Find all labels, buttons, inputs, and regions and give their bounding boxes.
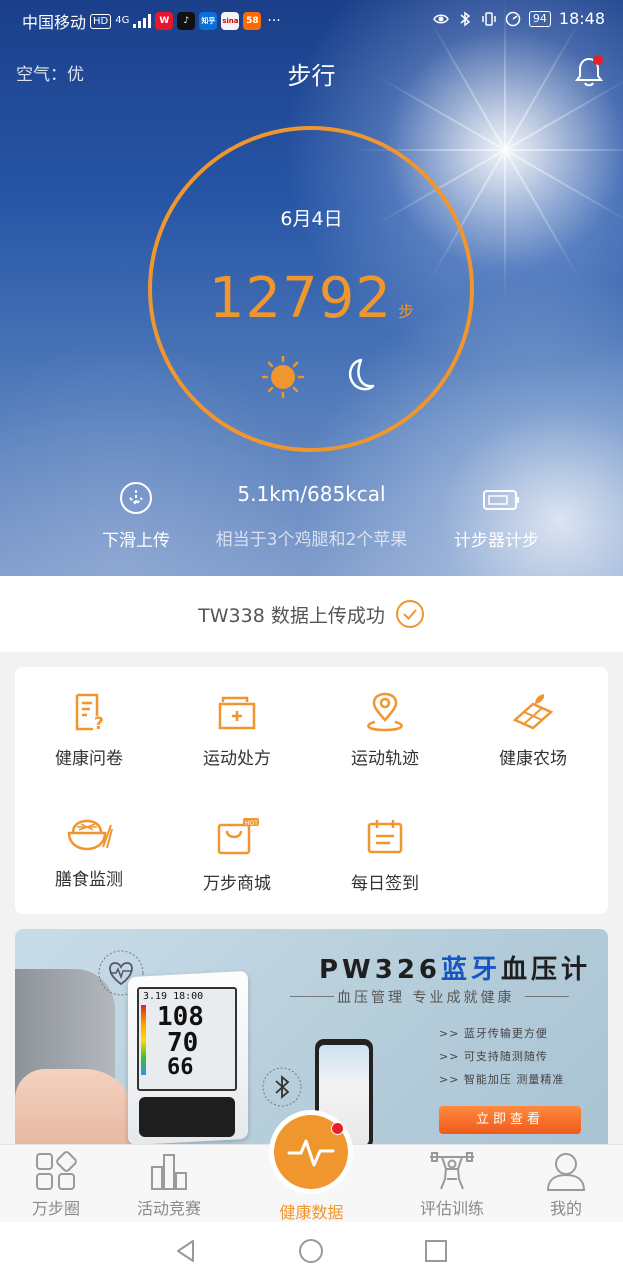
back-triangle-icon[interactable] — [173, 1238, 199, 1264]
status-bar-right: 94 18:48 — [433, 9, 605, 28]
feature-health-questionnaire[interactable]: ? 健康问卷 — [15, 692, 163, 769]
network-type: 4G — [115, 15, 130, 26]
hd-badge: HD — [90, 13, 112, 29]
bp-color-scale — [141, 1005, 146, 1075]
banner-subtitle-rule-right — [525, 996, 569, 997]
reading-diastolic: 70 — [167, 1028, 199, 1058]
pedometer-mode-label: 计步器计步 — [454, 531, 539, 551]
eye-icon — [433, 14, 449, 23]
user-profile-icon — [546, 1153, 586, 1191]
upload-status-text: TW338 数据上传成功 — [198, 604, 385, 627]
signal-icon — [133, 14, 152, 28]
feature-label: 运动处方 — [203, 749, 271, 769]
distance-calories: 5.1km/685kcal — [237, 482, 386, 506]
banner-feature: >> 可支持随测随传 — [439, 1050, 548, 1063]
battery-level: 94 — [528, 10, 551, 27]
status-bar: 中国移动 HD 4G W ♪ 知乎 sina 58 ··· 94 18:48 — [0, 0, 623, 38]
feature-grid: ? 健康问卷 运动处方 运动轨迹 健康农场 膳食监测 HOT 万步商城 每日签到 — [15, 667, 608, 914]
health-data-badge — [331, 1122, 344, 1135]
app-icon-5: 58 — [243, 12, 262, 30]
feature-label: 膳食监测 — [55, 870, 123, 890]
tab-assessment-training[interactable]: 评估训练 — [402, 1151, 502, 1219]
weightlifting-icon — [430, 1152, 474, 1190]
vibrate-icon — [482, 11, 496, 26]
feature-daily-checkin[interactable]: 每日签到 — [311, 817, 459, 894]
banner-title-suffix: 血压计 — [501, 955, 592, 985]
weibo-app-icon: W — [155, 12, 174, 30]
svg-text:?: ? — [94, 714, 104, 732]
feature-label: 每日签到 — [351, 874, 419, 894]
heartbeat-pulse-icon — [287, 1139, 335, 1167]
banner-view-now-button[interactable]: 立即查看 — [439, 1106, 581, 1134]
feature-health-farm[interactable]: 健康农场 — [459, 692, 607, 769]
banner-feature: >> 智能加压 测量精准 — [439, 1073, 565, 1086]
diet-bowl-icon — [67, 819, 113, 851]
more-notifications-icon: ··· — [267, 13, 281, 29]
notification-badge — [593, 55, 603, 65]
bluetooth-icon — [460, 11, 471, 26]
feature-diet-monitor[interactable]: 膳食监测 — [15, 817, 163, 890]
page-title: 步行 — [287, 62, 336, 90]
clock-time: 18:48 — [558, 9, 605, 28]
feature-label: 健康问卷 — [55, 749, 123, 769]
feature-exercise-track[interactable]: 运动轨迹 — [311, 692, 459, 769]
feature-label: 健康农场 — [499, 749, 567, 769]
check-circle-icon — [395, 600, 424, 628]
sun-icon[interactable] — [262, 356, 304, 398]
farm-icon — [512, 694, 554, 730]
hero-panel: 中国移动 HD 4G W ♪ 知乎 sina 58 ··· 94 18:48 空… — [0, 0, 623, 576]
pedometer-device-icon — [483, 490, 519, 510]
promo-banner[interactable]: 3.19 18:00 108 70 66 PW326蓝牙血压计 血压管理 专业成… — [15, 929, 608, 1144]
speedometer-icon — [505, 11, 521, 26]
tab-label: 我的 — [549, 1199, 582, 1218]
feature-wanbu-mall[interactable]: HOT 万步商城 — [163, 817, 311, 894]
recents-square-icon[interactable] — [423, 1238, 449, 1264]
location-track-icon — [367, 692, 403, 732]
bottom-tab-bar: 万步圈 活动竞赛 健康数据 评估训练 我的 — [0, 1115, 623, 1222]
monitor-screen: 3.19 18:00 108 70 66 — [137, 987, 237, 1091]
step-unit: 步 — [398, 302, 415, 321]
tab-label: 评估训练 — [419, 1199, 484, 1218]
banner-title-model: PW326 — [319, 955, 442, 985]
questionnaire-icon: ? — [75, 693, 104, 732]
home-circle-icon[interactable] — [298, 1238, 324, 1264]
douyin-app-icon: ♪ — [177, 12, 196, 30]
feature-label: 运动轨迹 — [351, 749, 419, 769]
monitor-control-panel — [139, 1097, 235, 1137]
carrier-name: 中国移动 — [22, 13, 87, 32]
bluetooth-badge-icon — [262, 1067, 302, 1107]
calendar-checkin-icon — [367, 820, 403, 854]
community-grid-icon — [36, 1151, 77, 1190]
bar-chart-icon — [151, 1154, 187, 1190]
sina-app-icon: sina — [221, 12, 240, 30]
feature-exercise-prescription[interactable]: 运动处方 — [163, 692, 311, 769]
step-count-display: 12792 步 — [0, 266, 623, 331]
status-bar-left: 中国移动 HD 4G W ♪ 知乎 sina 58 ··· — [22, 9, 281, 33]
step-count: 12792 — [208, 266, 393, 331]
hand-illustration — [15, 1069, 135, 1144]
step-date: 6月4日 — [280, 208, 343, 230]
reading-systolic: 108 — [157, 1002, 204, 1032]
system-navigation-bar — [0, 1222, 623, 1280]
reading-pulse: 66 — [167, 1055, 194, 1080]
banner-title-highlight: 蓝牙 — [441, 955, 502, 985]
prescription-folder-icon — [218, 696, 256, 730]
upload-status-bar: TW338 数据上传成功 — [0, 576, 623, 652]
svg-text:HOT: HOT — [245, 820, 258, 827]
banner-title: PW326蓝牙血压计 — [319, 949, 591, 986]
zhihu-app-icon: 知乎 — [199, 12, 218, 30]
moon-icon[interactable] — [337, 356, 377, 396]
feature-label: 万步商城 — [203, 874, 271, 894]
banner-feature: >> 蓝牙传输更方便 — [439, 1027, 548, 1040]
shopping-bag-icon: HOT — [217, 818, 259, 855]
tab-mine[interactable]: 我的 — [516, 1151, 616, 1219]
banner-subtitle-rule-left — [290, 996, 334, 997]
banner-subtitle: 血压管理 专业成就健康 — [337, 990, 515, 1006]
